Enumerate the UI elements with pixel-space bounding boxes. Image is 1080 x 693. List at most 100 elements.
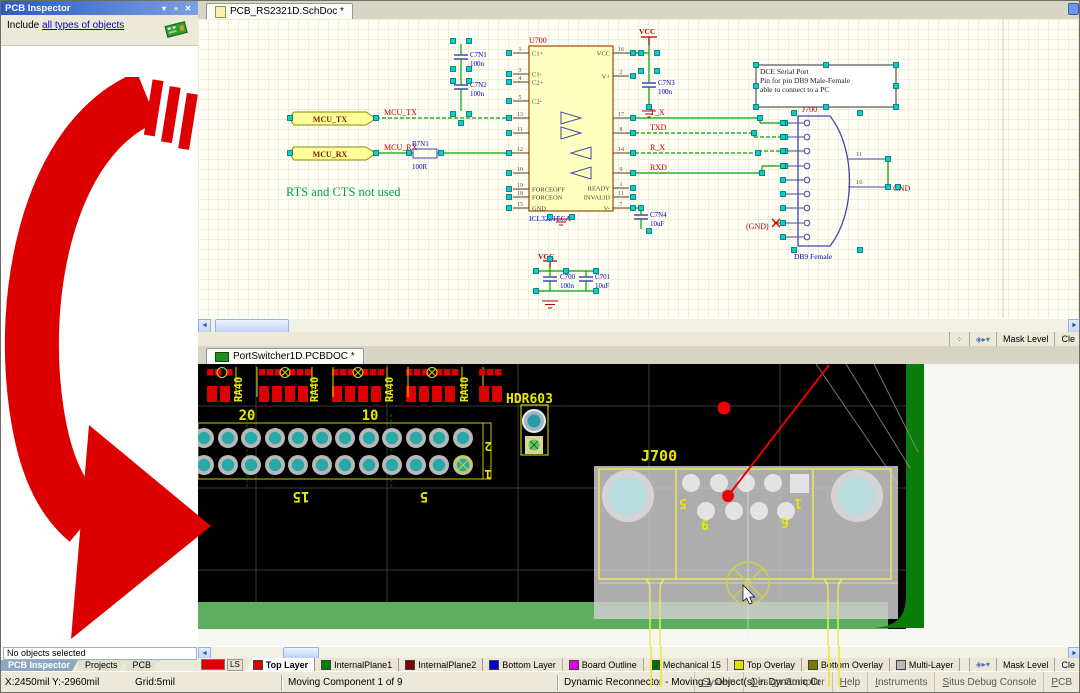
schematic-doc-tab[interactable]: PCB_RS2321D.SchDoc * <box>206 3 353 19</box>
pcb-clear-button[interactable]: Cle <box>1054 658 1080 671</box>
statusbar-panel-system[interactable]: System <box>694 672 742 693</box>
rts-cts-annotation[interactable]: RTS and CTS not used <box>286 185 401 199</box>
note-box[interactable]: DCE Serial Port Pin for pin DB9 Male-Fem… <box>756 65 896 107</box>
panel-tab-pcb-inspector[interactable]: PCB Inspector <box>1 660 78 671</box>
schematic-canvas[interactable]: U700 ICL3221ECA 1C1+3C1-4C2+5C2-13111210… <box>198 19 1080 318</box>
layer-tab-multi-layer[interactable]: Multi-Layer <box>890 658 961 671</box>
close-icon[interactable]: ✕ <box>182 4 194 13</box>
svg-text:RA40: RA40 <box>459 377 471 402</box>
c3-ref: C7N3 <box>658 79 675 87</box>
filter-dropper-icon[interactable]: ◈▸▾ <box>969 332 996 346</box>
pcb-mask-level-button[interactable]: Mask Level <box>996 658 1055 671</box>
layer-color-swatch <box>569 660 579 670</box>
silkscreen-overflow-line <box>650 646 652 687</box>
inspector-titlebar[interactable]: PCB Inspector ▾ ● ✕ <box>1 1 198 15</box>
include-types-link[interactable]: all types of objects <box>42 20 124 31</box>
netlabel-txd[interactable]: TXD <box>650 123 667 132</box>
netlabel-rxd[interactable]: RXD <box>650 163 667 172</box>
schematic-scroll-thumb[interactable] <box>215 319 289 333</box>
silkscreen-overflow-line <box>828 646 830 687</box>
schematic-mask-level-button[interactable]: Mask Level <box>996 332 1055 346</box>
layer-tab-label: Board Outline <box>582 660 637 670</box>
svg-text:V+: V+ <box>602 74 611 81</box>
tab-scroll-button[interactable] <box>1068 3 1079 15</box>
schematic-hscrollbar[interactable]: ◄ ► <box>198 318 1080 333</box>
statusbar-panel-instruments[interactable]: Instruments <box>867 672 934 693</box>
c3-val: 100n <box>658 88 673 96</box>
j700-pad1-square <box>790 474 809 493</box>
include-label: Include <box>7 20 39 31</box>
port-mcu-tx[interactable]: MCU_TX <box>291 112 376 125</box>
layer-sets-button[interactable]: LS <box>227 659 243 671</box>
pcb-doc-tab[interactable]: PortSwitcher1D.PCBDOC * <box>206 348 364 364</box>
filter-dropper-icon[interactable]: ◈▸▾ <box>969 658 996 671</box>
layer-tab-top-overlay[interactable]: Top Overlay <box>728 658 802 671</box>
layer-tabs: Top LayerInternalPlane1 InternalPlane2 Bot… <box>247 658 961 671</box>
layer-tab-internalplane1[interactable]: InternalPlane1 <box>315 658 399 671</box>
layer-tab-label: Top Overlay <box>747 660 795 670</box>
statusbar-panel-pcb[interactable]: PCB <box>1043 672 1079 693</box>
capacitor-c7n2[interactable] <box>454 85 468 89</box>
svg-text:C1+: C1+ <box>532 51 544 58</box>
svg-text:13: 13 <box>517 112 523 118</box>
resistor-symbol[interactable]: R7N1 100R <box>412 140 437 171</box>
footprint-dots-icon[interactable]: ⁘ <box>949 332 969 346</box>
layer-tab-top-layer[interactable]: Top Layer <box>247 658 315 671</box>
chevron-down-icon[interactable]: ▾ <box>158 4 170 13</box>
pcb-editor-canvas[interactable]: RA40RA40RA40RA40 20 10 15 <box>198 364 1080 646</box>
vcc-power-symbol[interactable] <box>641 37 657 45</box>
svg-text:1: 1 <box>519 47 522 53</box>
schematic-bottombar: ⁘ ◈▸▾ Mask Level Cle <box>198 332 1080 346</box>
j700-label: J700 <box>641 447 677 465</box>
db9-connector[interactable]: J700 DB9 Female 11 10 GND <box>794 105 911 261</box>
layer-tab-bottom-overlay[interactable]: Bottom Overlay <box>802 658 890 671</box>
db9-name: DB9 Female <box>794 252 833 261</box>
layer-tab-label: InternalPlane2 <box>418 660 476 670</box>
svg-text:MCU_RX: MCU_RX <box>313 150 348 159</box>
capacitor-c7n4[interactable] <box>634 215 648 219</box>
svg-text:INVALID: INVALID <box>584 195 611 202</box>
ratsnest-dot-pad <box>722 490 734 502</box>
panel-tab-strip: PCB Inspector Projects PCB <box>1 660 198 671</box>
svg-text:11: 11 <box>618 191 624 197</box>
panel-tab-projects[interactable]: Projects <box>78 660 126 671</box>
svg-text:18: 18 <box>517 191 523 197</box>
grid-setting: Grid:5mil <box>135 672 175 693</box>
db9-pin10: 10 <box>856 179 863 186</box>
vcc-label-top: VCC <box>639 27 655 36</box>
capacitor-c7n3[interactable] <box>642 83 656 87</box>
capacitor-c7n1[interactable] <box>454 55 468 59</box>
layer-tab-internalplane2[interactable]: InternalPlane2 <box>399 658 483 671</box>
layer-tab-bar: LS Top LayerInternalPlane1 InternalPlane2… <box>198 658 1080 671</box>
svg-text:READY: READY <box>588 186 611 193</box>
header-num-5: 5 <box>420 488 428 504</box>
layer-tab-board-outline[interactable]: Board Outline <box>563 658 644 671</box>
port-mcu-rx[interactable]: MCU_RX <box>291 147 376 160</box>
netlabel-mcu-tx[interactable]: MCU_TX <box>384 108 417 117</box>
netlabel-gnd-noerc[interactable]: (GND) <box>746 222 769 231</box>
layer-tab-bottom-layer[interactable]: Bottom Layer <box>483 658 563 671</box>
statusbar-panel-help[interactable]: Help <box>832 672 868 693</box>
svg-text:12: 12 <box>517 147 523 153</box>
schematic-tabbar: PCB_RS2321D.SchDoc * <box>198 1 1080 20</box>
scroll-left-icon[interactable]: ◄ <box>198 319 211 333</box>
header-num-10: 10 <box>362 408 379 424</box>
statusbar-panel-design-compiler[interactable]: Design Compiler <box>743 672 832 693</box>
layer-tab-mechanical-15[interactable]: Mechanical 15 <box>644 658 728 671</box>
c2-val: 100n <box>470 90 485 98</box>
svg-text:2: 2 <box>620 70 623 76</box>
current-layer-swatch <box>201 659 225 670</box>
schematic-clear-button[interactable]: Cle <box>1054 332 1080 346</box>
c4-ref: C7N4 <box>650 211 667 219</box>
c1-val: 100n <box>470 60 485 68</box>
db9-pin11: 11 <box>856 151 862 158</box>
statusbar-panel-situs-debug-console[interactable]: Situs Debug Console <box>934 672 1043 693</box>
scroll-right-icon[interactable]: ► <box>1068 319 1080 333</box>
svg-text:5: 5 <box>519 95 522 101</box>
status-bar: X:2450mil Y:-2960mil Grid:5mil Moving Co… <box>1 671 1080 693</box>
netlabel-t-x[interactable]: T_X <box>650 108 665 117</box>
netlabel-r-x[interactable]: R_X <box>650 143 665 152</box>
panel-tab-pcb[interactable]: PCB <box>126 660 160 671</box>
cursor-coordinates: X:2450mil Y:-2960mil <box>5 672 99 693</box>
pin-icon[interactable]: ● <box>170 4 182 13</box>
